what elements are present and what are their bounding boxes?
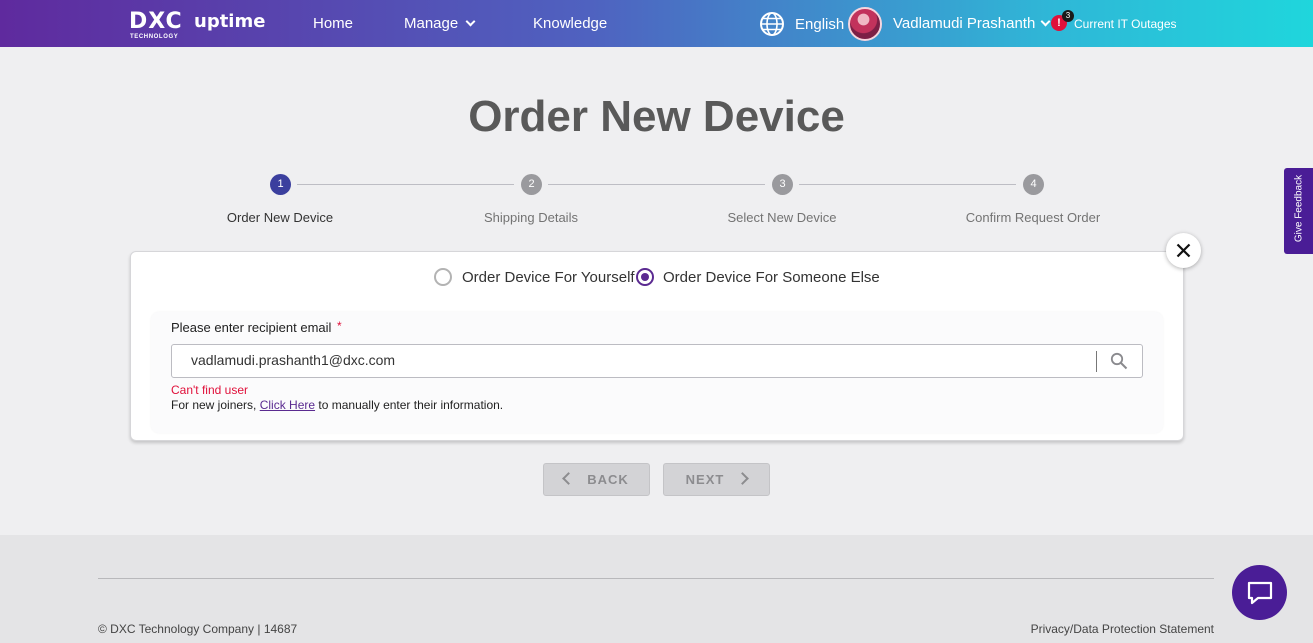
chevron-left-icon — [562, 472, 576, 485]
top-navigation-bar: DXC TECHNOLOGY uptime Home Manage Knowle… — [0, 0, 1313, 47]
radio-order-for-yourself[interactable] — [434, 268, 452, 286]
recipient-email-value[interactable]: vadlamudi.prashanth1@dxc.com — [191, 352, 395, 368]
avatar[interactable] — [848, 7, 882, 41]
stepper-connector — [548, 184, 765, 185]
chevron-right-icon — [736, 472, 750, 485]
next-label: NEXT — [685, 472, 725, 487]
step-4-indicator: 4 — [1023, 174, 1044, 195]
footer-divider — [98, 578, 1214, 579]
step-4-label: Confirm Request Order — [965, 210, 1101, 225]
chevron-down-icon — [465, 16, 476, 27]
chat-button[interactable] — [1232, 565, 1287, 620]
back-button[interactable]: BACK — [543, 463, 650, 496]
help-suffix: to manually enter their information. — [315, 398, 504, 412]
give-feedback-tab[interactable]: Give Feedback — [1284, 168, 1313, 254]
required-marker: * — [337, 319, 342, 333]
step-3-indicator: 3 — [772, 174, 793, 195]
page-title: Order New Device — [468, 92, 845, 141]
nav-home[interactable]: Home — [313, 15, 353, 32]
copyright-text: © DXC Technology Company | 14687 — [98, 622, 298, 636]
alert-count-badge: 3 — [1062, 10, 1074, 22]
recipient-email-label: Please enter recipient email — [171, 320, 332, 335]
logo-mark: DXC — [129, 9, 183, 34]
chevron-down-icon — [1040, 16, 1051, 27]
step-3-label: Select New Device — [727, 210, 837, 225]
radio-order-for-someone-else[interactable] — [636, 268, 654, 286]
give-feedback-label: Give Feedback — [1293, 174, 1305, 243]
radio-label-someone-else[interactable]: Order Device For Someone Else — [663, 269, 880, 286]
close-icon — [1176, 243, 1191, 258]
step-2-indicator: 2 — [521, 174, 542, 195]
step-1-label: Order New Device — [226, 210, 334, 225]
logo-subtitle: TECHNOLOGY — [130, 34, 179, 40]
dxc-logo[interactable]: DXC TECHNOLOGY — [129, 10, 189, 42]
step-1-indicator: 1 — [270, 174, 291, 195]
current-it-outages-link[interactable]: Current IT Outages — [1074, 17, 1177, 31]
chat-icon — [1247, 581, 1273, 605]
stepper-connector — [297, 184, 514, 185]
radio-label-yourself[interactable]: Order Device For Yourself — [462, 269, 635, 286]
privacy-statement-link[interactable]: Privacy/Data Protection Statement — [1031, 622, 1214, 636]
globe-icon[interactable] — [759, 11, 785, 37]
stepper-connector — [799, 184, 1016, 185]
nav-manage[interactable]: Manage — [404, 15, 476, 32]
search-icon[interactable] — [1110, 352, 1128, 370]
nav-manage-label: Manage — [404, 15, 459, 32]
step-2-label: Shipping Details — [484, 210, 578, 225]
user-name: Vadlamudi Prashanth — [893, 15, 1036, 32]
user-menu[interactable]: Vadlamudi Prashanth — [893, 15, 1051, 32]
help-prefix: For new joiners, — [171, 398, 260, 412]
new-joiner-help-text: For new joiners, Click Here to manually … — [171, 398, 503, 412]
input-divider — [1096, 351, 1097, 372]
click-here-link[interactable]: Click Here — [260, 398, 315, 412]
close-button[interactable] — [1166, 233, 1201, 268]
brand-name[interactable]: uptime — [194, 11, 265, 32]
language-selector[interactable]: English — [795, 16, 844, 33]
error-message: Can't find user — [171, 383, 248, 397]
next-button[interactable]: NEXT — [663, 463, 770, 496]
nav-knowledge[interactable]: Knowledge — [533, 15, 607, 32]
back-label: BACK — [587, 472, 629, 487]
